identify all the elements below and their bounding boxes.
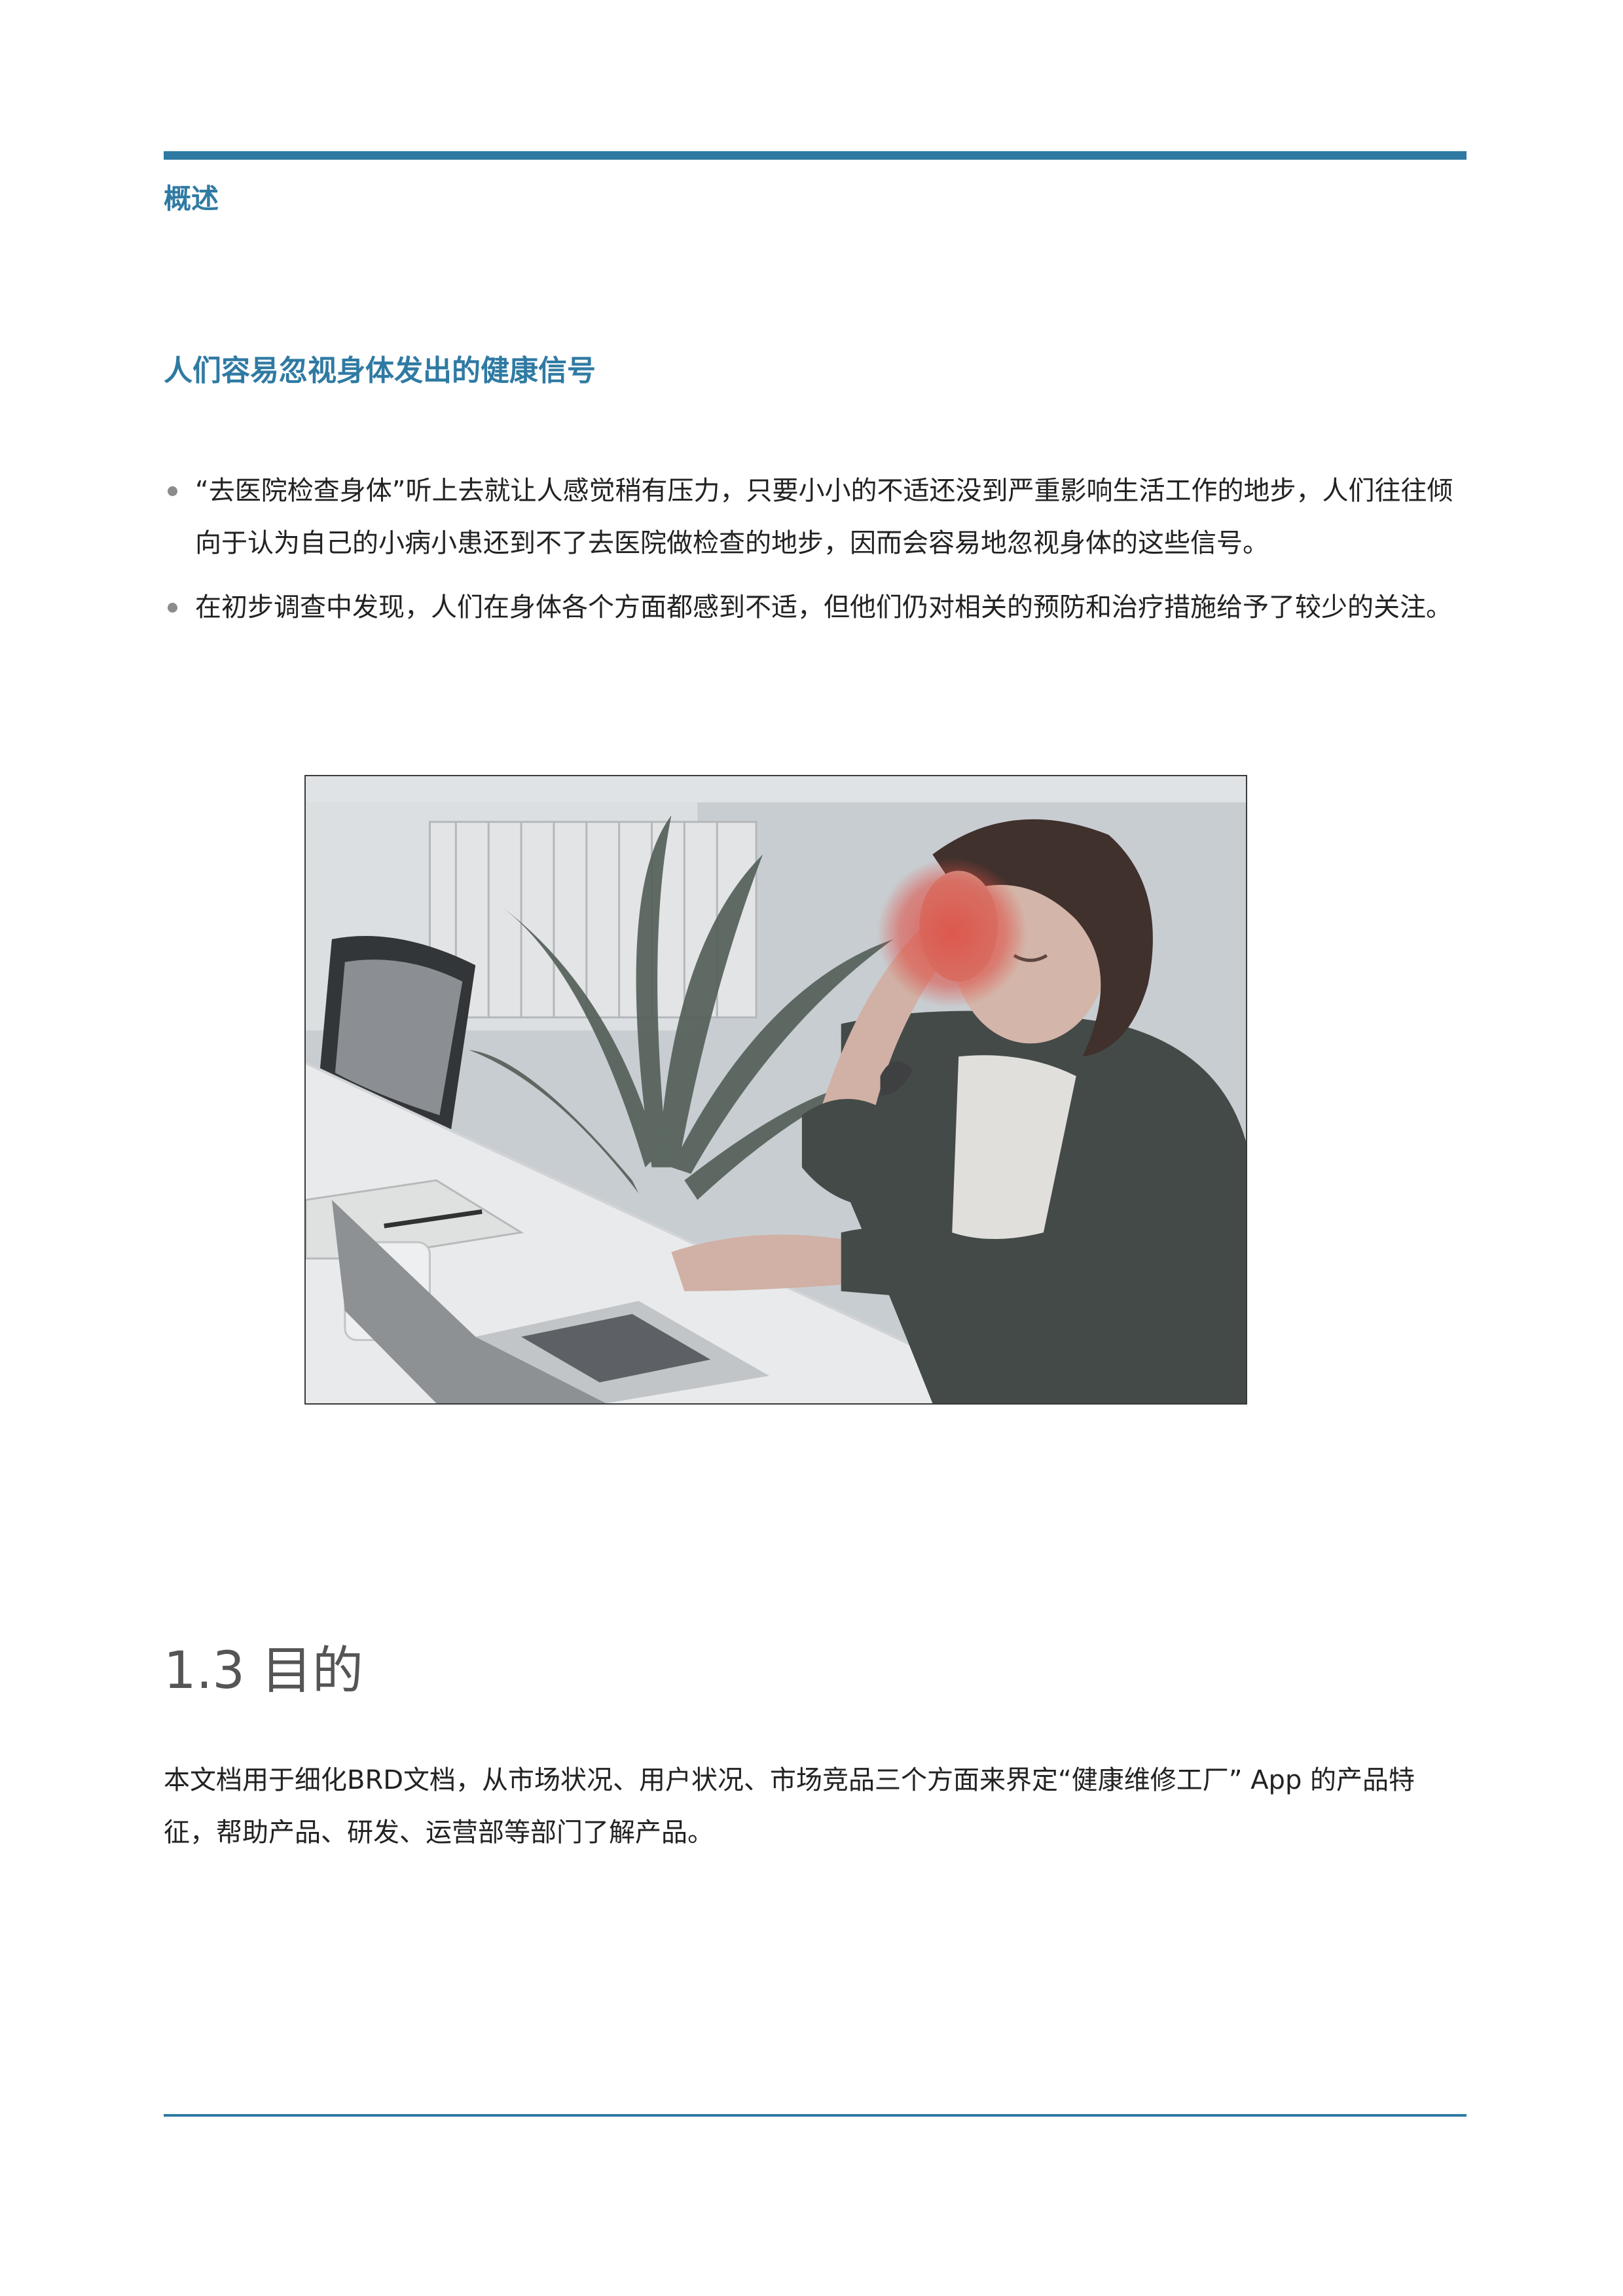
bullet-dot-icon [168,603,177,613]
office-illustration [306,776,1246,1403]
bullet-dot-icon [168,486,177,496]
overview-bullet-list: “去医院检查身体”听上去就让人感觉稍有压力，只要小小的不适还没到严重影响生活工作… [164,465,1467,645]
section-heading-purpose: 1.3 目的 [164,1641,363,1700]
bullet-item: “去医院检查身体”听上去就让人感觉稍有压力，只要小小的不适还没到严重影响生活工作… [164,465,1467,569]
bullet-text: 在初步调查中发现，人们在身体各个方面都感到不适，但他们仍对相关的预防和治疗措施给… [195,592,1452,622]
header-rule [164,151,1467,160]
footer-rule [164,2114,1467,2117]
overview-subheading: 人们容易忽视身体发出的健康信号 [164,354,596,387]
section-label: 概述 [164,183,219,215]
bullet-item: 在初步调查中发现，人们在身体各个方面都感到不适，但他们仍对相关的预防和治疗措施给… [164,581,1467,634]
purpose-paragraph: 本文档用于细化BRD文档，从市场状况、用户状况、市场竞品三个方面来界定“健康维修… [164,1765,1415,1848]
bullet-text: “去医院检查身体”听上去就让人感觉稍有压力，只要小小的不适还没到严重影响生活工作… [195,476,1453,558]
headache-photo [304,775,1247,1405]
